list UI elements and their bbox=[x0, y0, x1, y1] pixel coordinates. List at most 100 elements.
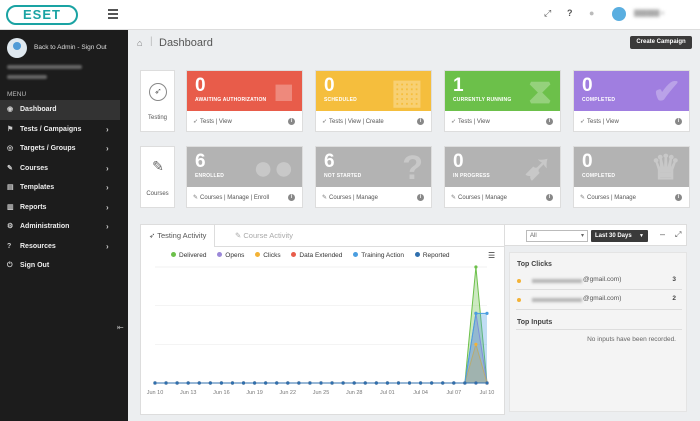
sidebar-item-templates[interactable]: ▤ Templates › bbox=[0, 178, 128, 198]
x-tick-label: Jul 07 bbox=[446, 390, 461, 396]
in-progress-card: 0 IN PROGRESS ➹ ✎ Courses | Manage i bbox=[444, 146, 561, 208]
x-tick-label: Jun 16 bbox=[213, 390, 230, 396]
sidebar-item-reports[interactable]: ▥ Reports › bbox=[0, 198, 128, 218]
tab-course-activity[interactable]: ✎ Course Activity bbox=[227, 225, 301, 247]
dashboard-icon: ◉ bbox=[7, 106, 14, 113]
hourglass-icon: ⧗ bbox=[528, 73, 552, 111]
info-icon[interactable]: i bbox=[288, 194, 295, 201]
card-links[interactable]: Tests | View bbox=[458, 119, 490, 125]
data-point bbox=[219, 381, 223, 385]
filter-select[interactable]: All ▾ bbox=[526, 230, 588, 242]
legend-item-opens[interactable]: Opens bbox=[217, 252, 244, 259]
card-count: 0 bbox=[582, 75, 593, 96]
x-tick-label: Jul 01 bbox=[380, 390, 395, 396]
info-icon[interactable]: i bbox=[546, 118, 553, 125]
series-area bbox=[155, 267, 487, 383]
data-point bbox=[452, 381, 456, 385]
info-icon[interactable]: i bbox=[675, 194, 682, 201]
sidebar-item-sign-out[interactable]: ⏻ Sign Out bbox=[0, 256, 128, 276]
data-point bbox=[230, 381, 235, 385]
hamburger-menu-icon[interactable] bbox=[108, 9, 118, 19]
sidebar-nav: ◉ Dashboard ⚑ Tests / Campaigns › ◎ Targ… bbox=[0, 100, 128, 276]
data-point bbox=[363, 381, 367, 385]
info-icon[interactable]: i bbox=[417, 118, 424, 125]
test-icon: ➶ bbox=[451, 119, 457, 125]
data-point bbox=[385, 381, 389, 385]
blurred-email bbox=[532, 279, 582, 283]
expand-icon[interactable]: ⤢ bbox=[544, 8, 551, 19]
info-icon[interactable]: i bbox=[288, 118, 295, 125]
card-links[interactable]: Courses | Manage bbox=[329, 195, 378, 201]
bell-icon[interactable]: ● bbox=[589, 8, 594, 18]
card-links[interactable]: Tests | View | Create bbox=[329, 119, 384, 125]
data-point bbox=[241, 381, 246, 385]
card-links[interactable]: Courses | Manage bbox=[587, 195, 636, 201]
info-icon[interactable]: i bbox=[417, 194, 424, 201]
chevron-right-icon: › bbox=[106, 222, 109, 231]
card-count: 0 bbox=[195, 75, 206, 96]
sidebar-item-courses[interactable]: ✎ Courses › bbox=[0, 159, 128, 179]
card-count: 6 bbox=[324, 151, 335, 172]
create-campaign-button[interactable]: Create Campaign bbox=[630, 36, 692, 49]
course-icon: ✎ bbox=[193, 195, 199, 201]
data-point bbox=[208, 381, 212, 385]
legend-item-training-action[interactable]: Training Action bbox=[353, 252, 404, 259]
test-icon: ➶ bbox=[580, 119, 586, 125]
card-links[interactable]: Courses | Manage bbox=[458, 195, 507, 201]
sign-out-icon: ⏻ bbox=[7, 262, 13, 269]
eset-logo[interactable]: ESET bbox=[6, 5, 78, 25]
data-point bbox=[330, 381, 334, 385]
sidebar-item-resources[interactable]: ? Resources › bbox=[0, 237, 128, 257]
collapse-sidebar-icon[interactable]: ⇤ bbox=[117, 323, 124, 332]
chart-menu-icon[interactable]: ☰ bbox=[488, 251, 495, 260]
card-links[interactable]: Tests | View bbox=[200, 119, 232, 125]
card-links[interactable]: Tests | View bbox=[587, 119, 619, 125]
minimize-icon[interactable]: – bbox=[660, 229, 665, 239]
info-icon[interactable]: i bbox=[546, 194, 553, 201]
chevron-right-icon: › bbox=[106, 202, 109, 212]
card-links[interactable]: Courses | Manage | Enroll bbox=[200, 195, 269, 201]
date-range-select[interactable]: Last 30 Days ▼ bbox=[591, 230, 648, 242]
sidebar-item-dashboard[interactable]: ◉ Dashboard bbox=[0, 100, 120, 120]
x-tick-label: Jun 28 bbox=[346, 390, 363, 396]
testing-activity-chart: Jun 10 Jun 13 Jun 16 Jun 19 Jun 22 Jun 25 Jun … bbox=[147, 265, 494, 396]
activity-panel: ➶ Testing Activity ✎ Course Activity Del… bbox=[140, 224, 505, 415]
chevron-right-icon: › bbox=[106, 124, 109, 134]
data-point bbox=[308, 381, 312, 385]
sidebar-item-tests-campaigns[interactable]: ⚑ Tests / Campaigns › bbox=[0, 120, 128, 140]
data-point bbox=[297, 381, 301, 385]
x-tick-label: Jun 10 bbox=[147, 390, 164, 396]
testing-completed-card: 0 COMPLETED ✔ ➶ Tests | View i bbox=[573, 70, 690, 132]
activity-tabs: ➶ Testing Activity ✎ Course Activity bbox=[141, 225, 504, 247]
reports-icon: ▥ bbox=[7, 203, 14, 211]
legend-item-clicks[interactable]: Clicks bbox=[255, 252, 281, 259]
user-avatar-icon[interactable] bbox=[612, 7, 626, 21]
tab-testing-activity[interactable]: ➶ Testing Activity bbox=[141, 225, 216, 247]
card-count: 0 bbox=[582, 151, 593, 172]
user-name-blurred[interactable]: ██████ ▾ bbox=[634, 10, 664, 17]
legend-item-data-extended[interactable]: Data Extended bbox=[291, 252, 342, 259]
info-icon[interactable]: i bbox=[675, 118, 682, 125]
data-point bbox=[474, 265, 478, 269]
sidebar-item-targets-groups[interactable]: ◎ Targets / Groups › bbox=[0, 139, 128, 159]
testing-target-icon: ➶ bbox=[149, 83, 167, 101]
card-caption: NOT STARTED bbox=[324, 173, 362, 179]
card-caption: COMPLETED bbox=[582, 173, 616, 179]
series-area bbox=[155, 313, 487, 383]
legend-item-delivered[interactable]: Delivered bbox=[171, 252, 206, 259]
blurred-company bbox=[7, 75, 47, 79]
fullscreen-icon[interactable]: ⤢ bbox=[675, 230, 681, 240]
series-line bbox=[155, 312, 487, 384]
data-point bbox=[474, 342, 478, 346]
home-icon[interactable]: ⌂ bbox=[137, 38, 142, 48]
data-point bbox=[463, 381, 467, 385]
enrolled-card: 6 ENROLLED ●● ✎ Courses | Manage | Enroll… bbox=[186, 146, 303, 208]
card-caption: AWAITING AUTHORIZATION bbox=[195, 97, 267, 103]
page-title: Dashboard bbox=[159, 37, 213, 49]
back-to-admin-link[interactable]: Back to Admin - Sign Out bbox=[34, 44, 107, 51]
users-icon: ●● bbox=[252, 149, 294, 187]
sidebar-item-administration[interactable]: ⚙ Administration › bbox=[0, 217, 128, 237]
not-started-card: 6 NOT STARTED ? ✎ Courses | Manage i bbox=[315, 146, 432, 208]
legend-item-reported[interactable]: Reported bbox=[414, 252, 450, 259]
help-icon[interactable]: ? bbox=[567, 8, 573, 18]
